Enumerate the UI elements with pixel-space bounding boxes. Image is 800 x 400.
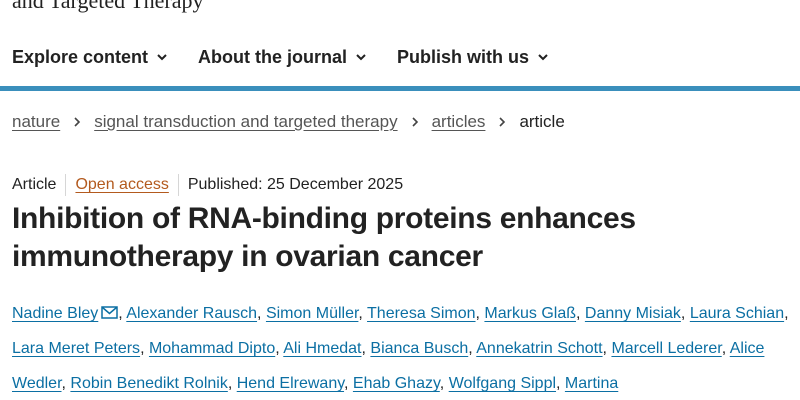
nav-publish-with-us-label: Publish with us <box>397 46 530 67</box>
published-date: Published: 25 December 2025 <box>187 176 404 193</box>
author-link[interactable]: Wolfgang Sippl <box>449 375 556 392</box>
journal-title[interactable]: and Targeted Therapy <box>12 0 204 14</box>
author-link[interactable]: Martina <box>565 375 618 392</box>
author-link[interactable]: Marcell Lederer <box>611 340 721 357</box>
header-divider <box>0 86 800 91</box>
open-access-link[interactable]: Open access <box>66 176 177 194</box>
chevron-down-icon <box>538 54 548 61</box>
breadcrumb-nature[interactable]: nature <box>12 112 60 132</box>
author-link[interactable]: Ehab Ghazy <box>353 375 440 392</box>
author-link[interactable]: Mohammad Dipto <box>149 340 275 357</box>
author-link[interactable]: Lara Meret Peters <box>12 340 140 357</box>
author-link[interactable]: Danny Misiak <box>585 305 681 322</box>
main-nav: Explore content About the journal Publis… <box>12 44 549 70</box>
author-link[interactable]: Simon Müller <box>266 305 358 322</box>
article-meta: Article Open access Published: 25 Decemb… <box>12 174 412 196</box>
author-link[interactable]: Annekatrin Schott <box>476 340 602 357</box>
author-link[interactable]: Bianca Busch <box>370 340 468 357</box>
nav-about-journal[interactable]: About the journal <box>198 47 367 68</box>
breadcrumb: nature signal transduction and targeted … <box>12 112 565 132</box>
breadcrumb-journal[interactable]: signal transduction and targeted therapy <box>94 112 397 132</box>
nav-explore-content[interactable]: Explore content <box>12 47 168 68</box>
chevron-down-icon <box>157 54 167 61</box>
chevron-down-icon <box>356 54 366 61</box>
breadcrumb-articles[interactable]: articles <box>432 112 486 132</box>
nav-publish-with-us[interactable]: Publish with us <box>397 47 549 68</box>
article-type: Article <box>12 176 57 193</box>
author-list: Nadine Bley, Alexander Rausch, Simon Mül… <box>12 305 789 392</box>
nav-explore-content-label: Explore content <box>12 46 149 67</box>
article-title-line-2: immunotherapy in ovarian cancer <box>12 240 483 273</box>
author-link[interactable]: Theresa Simon <box>367 305 476 322</box>
breadcrumb-current: article <box>519 112 565 131</box>
author-link[interactable]: Robin Benedikt Rolnik <box>70 375 227 392</box>
author-link[interactable]: Hend Elrewany <box>237 375 344 392</box>
chevron-right-icon <box>412 117 418 127</box>
article-title: Inhibition of RNA-binding proteins enhan… <box>12 200 782 276</box>
nav-about-journal-label: About the journal <box>198 46 348 67</box>
article-title-line-1: Inhibition of RNA-binding proteins enhan… <box>12 202 636 235</box>
author-link[interactable]: Markus Glaß <box>484 305 576 322</box>
chevron-right-icon <box>74 117 81 127</box>
author-link[interactable]: Alexander Rausch <box>126 305 257 322</box>
article-page: and Targeted Therapy Explore content Abo… <box>0 0 800 400</box>
chevron-right-icon <box>499 117 506 127</box>
author-link[interactable]: Laura Schian <box>690 305 784 322</box>
author-link[interactable]: Nadine Bley <box>12 305 98 322</box>
author-link[interactable]: Ali Hmedat <box>283 340 361 357</box>
mail-icon[interactable] <box>101 306 119 319</box>
